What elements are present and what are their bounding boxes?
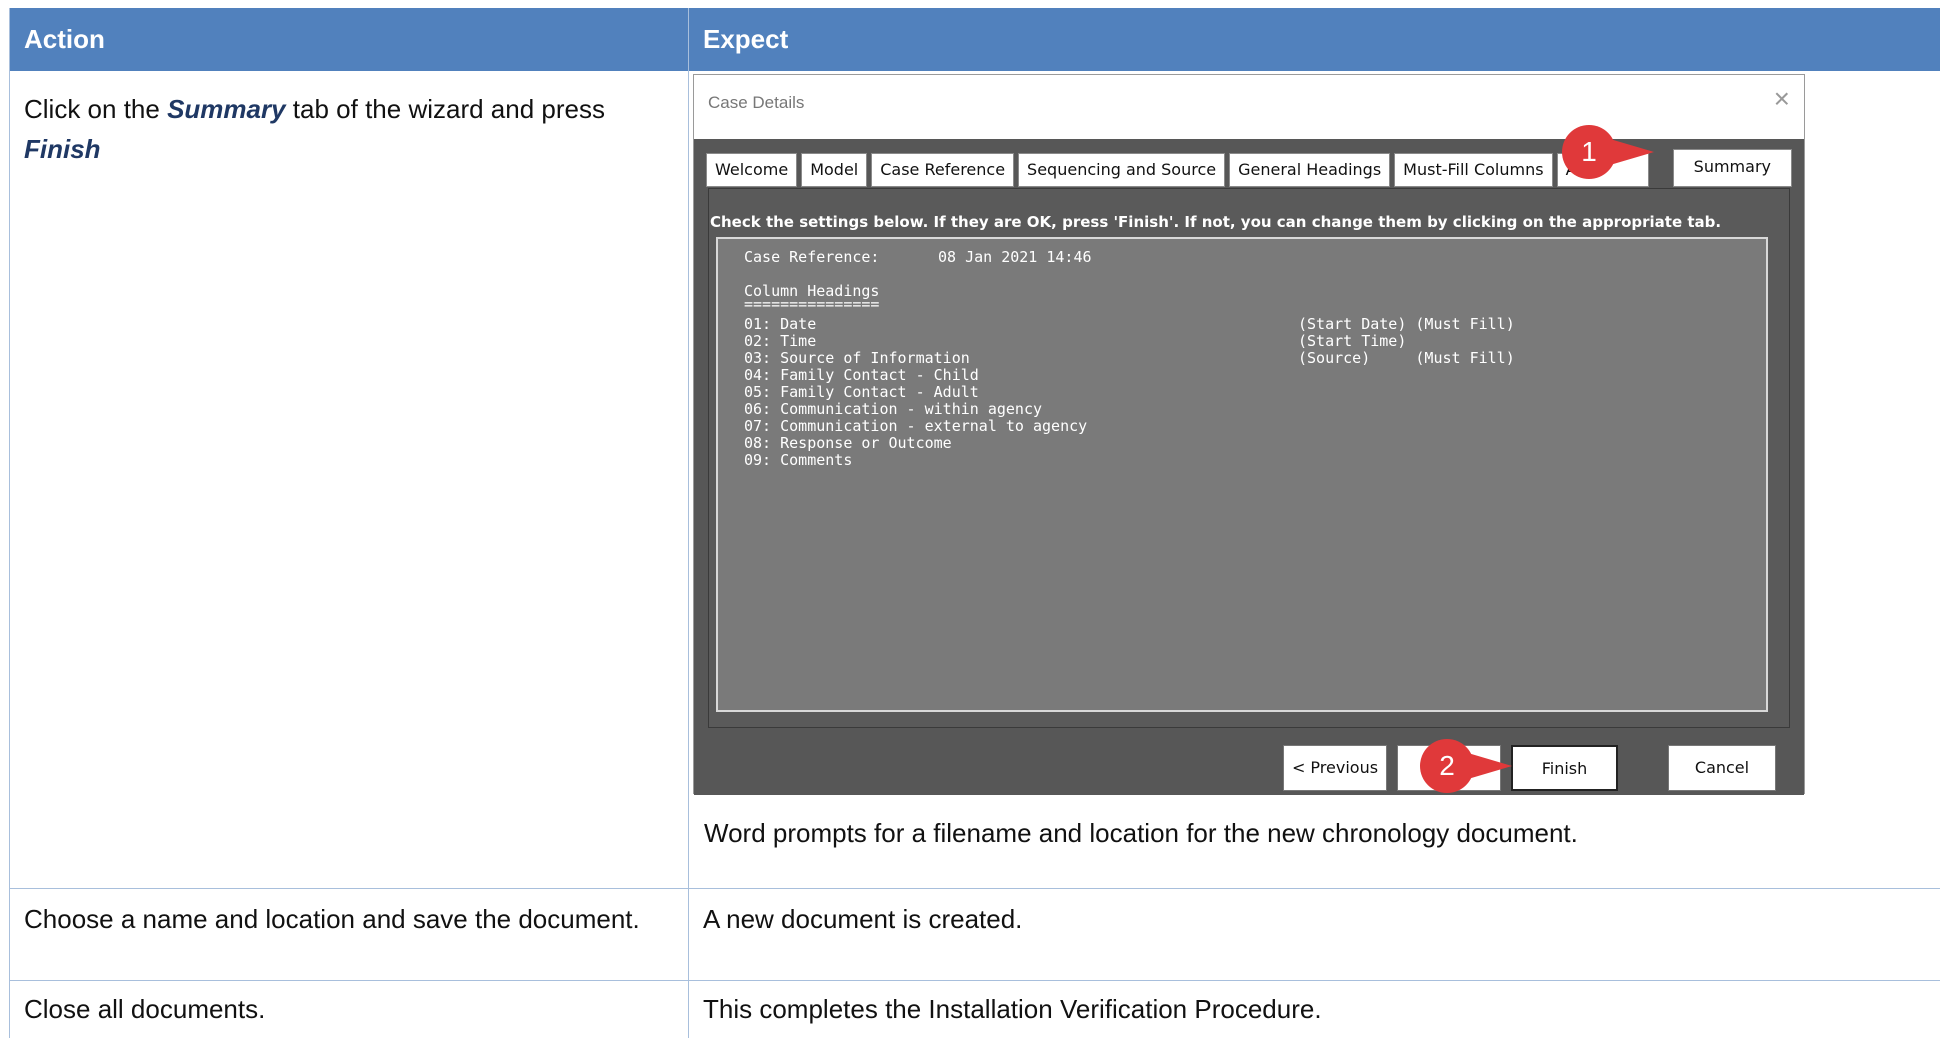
tab-general-headings[interactable]: General Headings [1229,153,1391,187]
tab-summary[interactable]: Summary [1672,149,1792,187]
expect-cell: This completes the Installation Verifica… [703,994,1322,1024]
close-icon[interactable]: × [1774,83,1790,115]
case-reference-label: Case Reference: [744,248,880,266]
header-action: Action [10,8,689,71]
action-text: Click on the [24,94,168,124]
dialog-title: Case Details [708,93,805,112]
case-details-dialog: Case Details × Welcome Model Case Refere… [693,74,1805,795]
cancel-button[interactable]: Cancel [1668,745,1776,791]
column-extra: (Start Date) (Must Fill) [1298,315,1515,333]
expect-cell: A new document is created. [703,904,1023,934]
finish-button[interactable]: Finish [1511,745,1618,791]
column-headings-underline: =============== [744,295,880,313]
tab-model[interactable]: Model [801,153,868,187]
summary-emphasis: Summary [167,94,286,124]
action-cell: Click on the Summary tab of the wizard a… [10,71,689,888]
column-line: 05: Family Contact - Adult [744,383,979,401]
column-line: 06: Communication - within agency [744,400,1043,418]
expect-text: Word prompts for a filename and location… [704,818,1578,848]
instruction-text: Check the settings below. If they are OK… [710,213,1722,231]
column-extra: (Start Time) [1298,332,1407,350]
column-line: 08: Response or Outcome [744,434,952,452]
action-cell: Close all documents. [10,981,689,1038]
action-text: tab of the wizard and press [285,94,605,124]
tab-case-reference[interactable]: Case Reference [871,153,1015,187]
tab-must-fill-columns[interactable]: Must-Fill Columns [1394,153,1553,187]
tab-sequencing-and-source[interactable]: Sequencing and Source [1018,153,1226,187]
finish-emphasis: Finish [24,134,101,164]
column-extra: (Source) (Must Fill) [1298,349,1515,367]
table-row: Choose a name and location and save the … [10,889,1940,981]
column-line: 03: Source of Information [744,349,970,367]
callout-1-badge: 1 [1562,125,1654,179]
case-reference-value: 08 Jan 2021 14:46 [938,248,1092,266]
column-line: 07: Communication - external to agency [744,417,1088,435]
table-header-row: Action Expect [10,8,1940,71]
summary-text-area[interactable]: Case Reference: 08 Jan 2021 14:46 Column… [716,237,1768,712]
column-line: 04: Family Contact - Child [744,366,979,384]
callout-2-badge: 2 [1420,739,1512,793]
column-line: 02: Time [744,332,817,350]
column-line: 01: Date [744,315,817,333]
column-line: 09: Comments [744,451,853,469]
header-expect: Expect [703,24,789,54]
previous-button[interactable]: < Previous [1283,745,1387,791]
action-cell: Choose a name and location and save the … [10,889,689,980]
table-row: Close all documents. This completes the … [10,981,1940,1038]
tab-welcome[interactable]: Welcome [706,153,798,187]
